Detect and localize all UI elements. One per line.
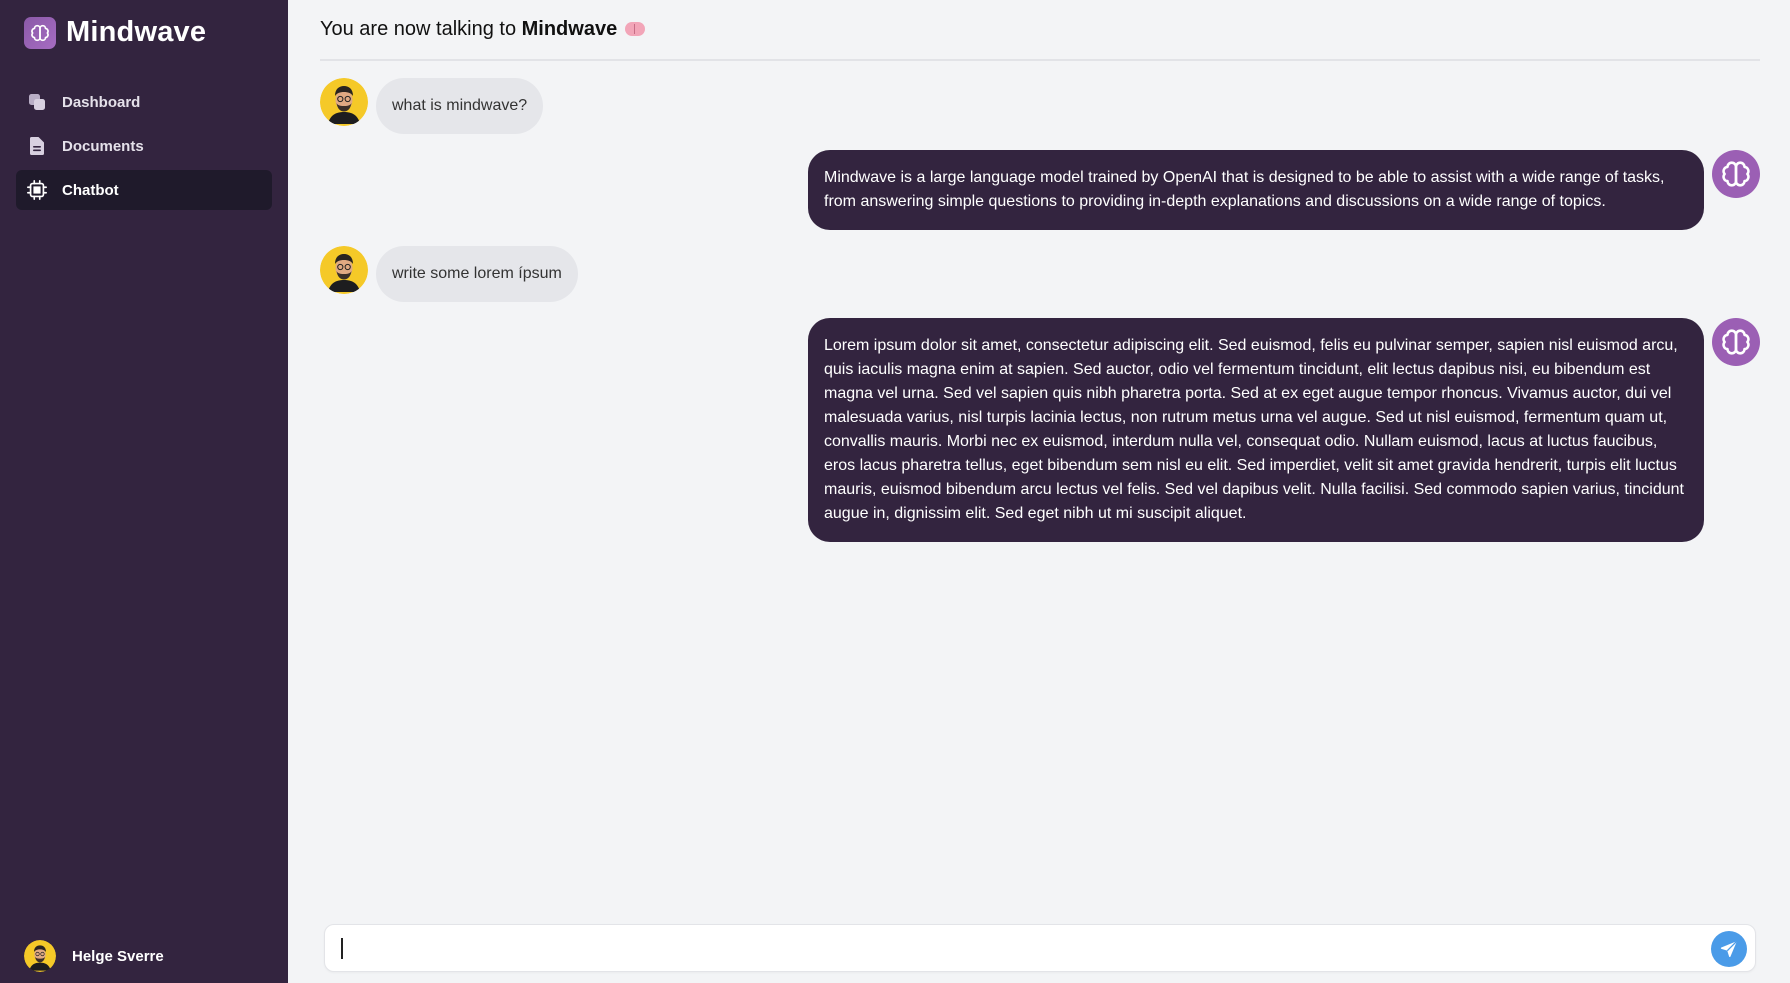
header-bot-name: Mindwave (521, 18, 618, 40)
user-name: Helge Sverre (72, 947, 164, 965)
avatar (320, 246, 368, 294)
brain-logo-icon (24, 16, 56, 49)
brain-avatar-icon (1712, 150, 1760, 198)
sidebar-item-label: Dashboard (62, 93, 141, 111)
message-composer (324, 924, 1756, 972)
brand-name: Mindwave (66, 16, 207, 48)
sidebar-item-dashboard[interactable]: Dashboard (16, 82, 272, 122)
chat-header: You are now talking to Mindwave (320, 18, 1760, 61)
message-row-bot: Lorem ipsum dolor sit amet, consectetur … (808, 318, 1760, 542)
bot-message-bubble: Mindwave is a large language model train… (808, 150, 1704, 230)
user-profile[interactable]: Helge Sverre (24, 940, 164, 972)
header-prefix: You are now talking to (320, 18, 522, 40)
message-row-bot: Mindwave is a large language model train… (808, 150, 1760, 230)
avatar (320, 78, 368, 126)
user-message-bubble: what is mindwave? (376, 78, 544, 134)
dashboard-icon (26, 91, 48, 113)
sidebar-item-documents[interactable]: Documents (16, 126, 272, 166)
message-row-user: write some lorem ípsum (320, 246, 578, 302)
avatar (24, 940, 56, 972)
brain-avatar-icon (1712, 318, 1760, 366)
paper-plane-icon (1720, 940, 1738, 958)
message-row-user: what is mindwave? (320, 78, 544, 134)
brain-emoji-icon (624, 22, 645, 36)
message-input[interactable] (339, 925, 1699, 971)
sidebar-item-label: Documents (62, 137, 144, 155)
sidebar-item-chatbot[interactable]: Chatbot (16, 170, 272, 210)
sidebar-nav: Dashboard Documents Chatbot (16, 82, 272, 214)
bot-message-bubble: Lorem ipsum dolor sit amet, consectetur … (808, 318, 1704, 542)
brand[interactable]: Mindwave (24, 16, 206, 49)
chat-main: You are now talking to Mindwave what is … (288, 0, 1790, 983)
user-message-bubble: write some lorem ípsum (376, 246, 578, 302)
document-icon (26, 135, 48, 157)
send-button[interactable] (1711, 931, 1747, 967)
chip-icon (26, 179, 48, 201)
sidebar-item-label: Chatbot (62, 181, 119, 199)
sidebar: Mindwave Dashboard Documents Chatbot Hel… (0, 0, 288, 983)
